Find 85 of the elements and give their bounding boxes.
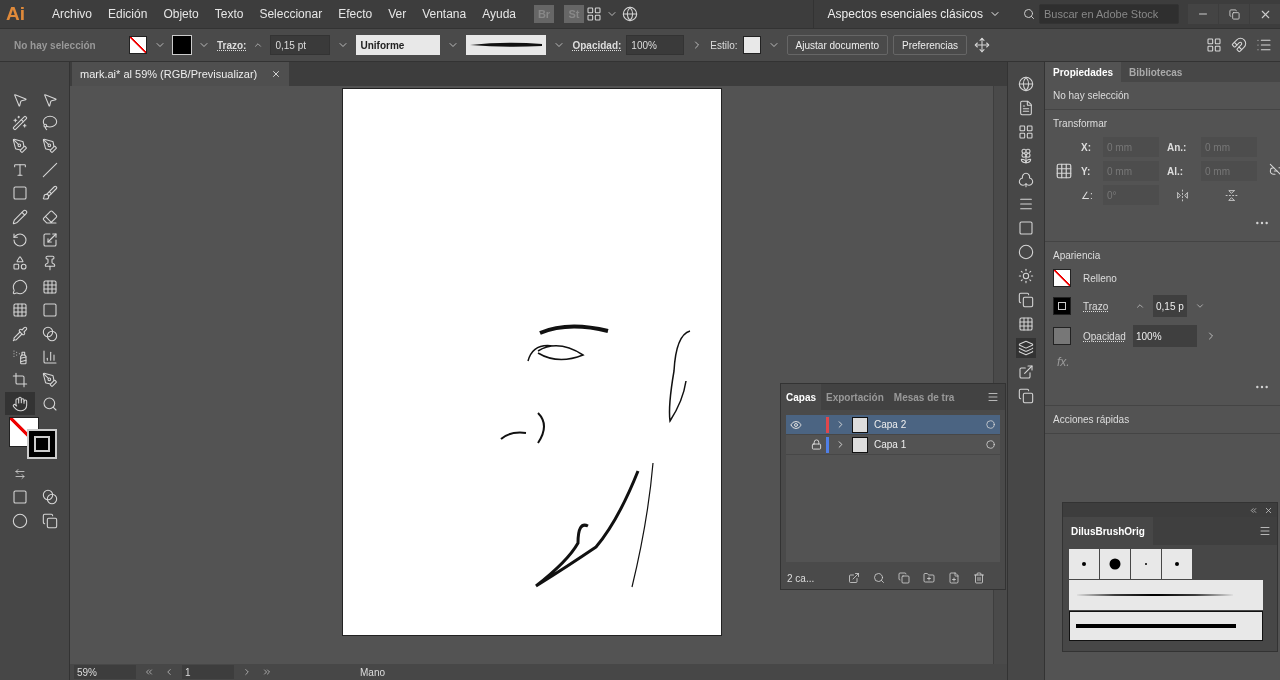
menu-item[interactable]: Seleccionar — [251, 7, 331, 21]
target-icon[interactable] — [985, 440, 995, 449]
stroke-swatch[interactable] — [1053, 297, 1071, 315]
export-icon[interactable] — [1016, 362, 1036, 382]
close-icon[interactable] — [1264, 505, 1273, 515]
snap-icon[interactable] — [1229, 35, 1249, 55]
circle-icon[interactable] — [1016, 242, 1036, 262]
layer-count: 2 ca... — [787, 572, 816, 584]
fill-none-swatch[interactable] — [129, 36, 147, 54]
menu-item[interactable]: Texto — [206, 7, 252, 21]
section-title: Acciones rápidas — [1053, 414, 1131, 425]
zoom-field[interactable]: 59% — [74, 665, 136, 679]
sublayer-icon[interactable] — [921, 570, 937, 586]
opacity-field[interactable]: 100% — [1133, 325, 1197, 347]
menu-item[interactable]: Ventana — [414, 7, 475, 21]
field-label: X: — [1081, 141, 1092, 153]
variable-width-profile[interactable]: Uniforme — [356, 35, 441, 55]
document-tab[interactable]: mark.ai* al 59% (RGB/Previsualizar) — [72, 62, 290, 86]
collapse-icon[interactable] — [1249, 505, 1258, 515]
sun-icon[interactable] — [1016, 266, 1036, 286]
app-logo: Ai — [6, 3, 26, 25]
square-icon[interactable] — [1016, 218, 1036, 238]
panel-tab[interactable]: Propiedades — [1045, 62, 1122, 82]
menu-item[interactable]: Efecto — [330, 7, 381, 21]
panel-tab[interactable]: DilusBrushOrig — [1063, 517, 1153, 545]
field-label: ∠: — [1081, 189, 1094, 201]
hand-icon[interactable] — [4, 392, 35, 416]
brush-stroke-preview[interactable] — [466, 35, 547, 55]
toolbar-button[interactable]: Ajustar documento — [786, 35, 888, 55]
toolbar-button[interactable]: Preferencias — [893, 35, 968, 55]
brush-swatch[interactable] — [1131, 549, 1161, 579]
status-text: Mano — [360, 666, 385, 678]
opacity-label[interactable]: Opacidad: — [572, 39, 622, 51]
target-icon[interactable] — [985, 420, 995, 429]
eye-icon[interactable] — [790, 418, 802, 431]
menu-item[interactable]: Archivo — [44, 7, 100, 21]
selection-status: No hay selección — [1053, 90, 1131, 101]
trash-icon[interactable] — [971, 570, 987, 586]
stroke-label[interactable]: Trazo: — [217, 39, 247, 51]
artboard-field[interactable]: 1 — [182, 665, 234, 679]
layer-thumbnail — [852, 416, 868, 433]
brush-swatch[interactable] — [1162, 549, 1192, 579]
search-icon — [1023, 8, 1035, 20]
style-swatch[interactable] — [742, 36, 761, 54]
new-layer-icon[interactable] — [946, 570, 962, 586]
field-label: Al.: — [1167, 165, 1185, 177]
artboards-icon[interactable] — [1016, 386, 1036, 406]
brush-swatch[interactable] — [1069, 580, 1263, 610]
brush-swatch[interactable] — [1100, 549, 1130, 579]
close-icon[interactable] — [271, 69, 282, 79]
stroke-weight-field[interactable]: 0,15 p — [1153, 295, 1187, 317]
layer-thumbnail — [852, 436, 868, 453]
layers-icon[interactable] — [1016, 338, 1036, 358]
section-title: Apariencia — [1053, 250, 1102, 261]
fill-none-swatch[interactable] — [1053, 269, 1071, 287]
layer-row[interactable]: Capa 1 — [786, 435, 1000, 455]
menu-item[interactable]: Ver — [380, 7, 415, 21]
brush-swatch[interactable] — [1069, 611, 1263, 641]
brush-swatch[interactable] — [1069, 549, 1099, 579]
menu-item[interactable]: Edición — [100, 7, 156, 21]
selection-status: No hay selección — [14, 39, 97, 51]
opacity-label[interactable]: Opacidad — [1083, 330, 1127, 342]
lock-icon[interactable] — [810, 439, 822, 450]
search-icon[interactable] — [871, 570, 887, 586]
style-label: Estilo: — [710, 39, 738, 51]
stroke-label[interactable]: Trazo — [1083, 300, 1127, 312]
stroke-weight-field[interactable]: 0,15 pt — [270, 35, 331, 55]
field-label: An.: — [1167, 141, 1188, 153]
menu-item[interactable]: Objeto — [155, 7, 207, 21]
fill-label: Relleno — [1083, 272, 1117, 284]
opacity-field[interactable]: 100% — [626, 35, 685, 55]
search-field[interactable]: Buscar en Adobe Stock — [1039, 4, 1179, 24]
copy-icon[interactable] — [1016, 290, 1036, 310]
section-title: Transformar — [1053, 118, 1109, 129]
swatch-grid-icon[interactable] — [1016, 122, 1036, 142]
stroke-swatch[interactable] — [173, 36, 191, 54]
layer-row[interactable]: Capa 2 — [786, 415, 1000, 435]
export-icon[interactable] — [846, 570, 862, 586]
restore-icon[interactable] — [1228, 8, 1240, 20]
opacity-swatch[interactable] — [1053, 327, 1071, 345]
grid-icon[interactable] — [1016, 314, 1036, 334]
club-icon[interactable] — [1016, 170, 1036, 190]
field-label: Y: — [1081, 165, 1092, 177]
panel-tab[interactable]: Capas — [781, 384, 821, 410]
menu-item[interactable]: Ayuda — [474, 7, 525, 21]
